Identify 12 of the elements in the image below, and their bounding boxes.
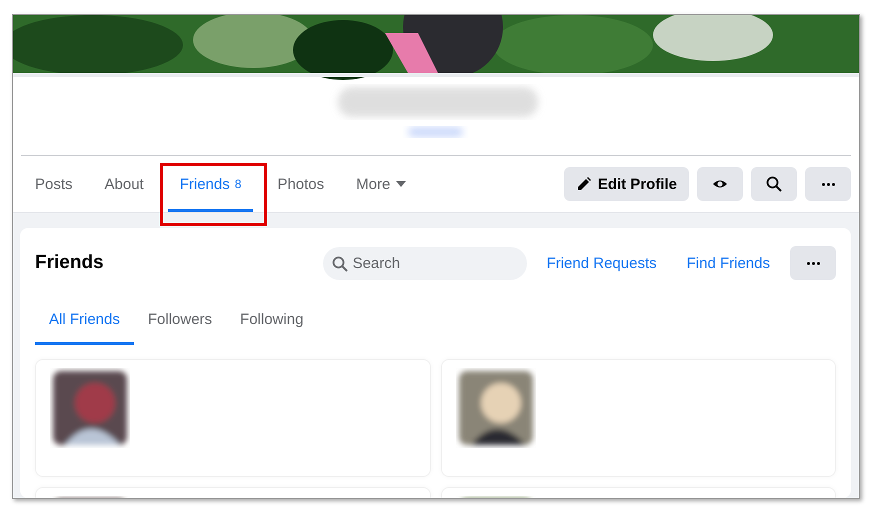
edit-profile-button[interactable]: Edit Profile bbox=[564, 167, 689, 201]
profile-tab[interactable]: Photos bbox=[261, 156, 340, 212]
search-field[interactable]: Search bbox=[322, 246, 527, 280]
section-title: Friends bbox=[35, 252, 105, 274]
friends-tab[interactable]: Following bbox=[226, 294, 318, 345]
link[interactable]: Friend Requests bbox=[546, 254, 657, 272]
profile-tab[interactable]: Posts bbox=[19, 156, 89, 212]
friends-tab[interactable]: Followers bbox=[134, 294, 226, 345]
profile-tab[interactable]: More bbox=[340, 156, 424, 212]
profile-tab[interactable]: About bbox=[88, 156, 160, 212]
link[interactable]: Find Friends bbox=[686, 254, 770, 272]
friends-tab[interactable]: All Friends bbox=[35, 294, 134, 345]
